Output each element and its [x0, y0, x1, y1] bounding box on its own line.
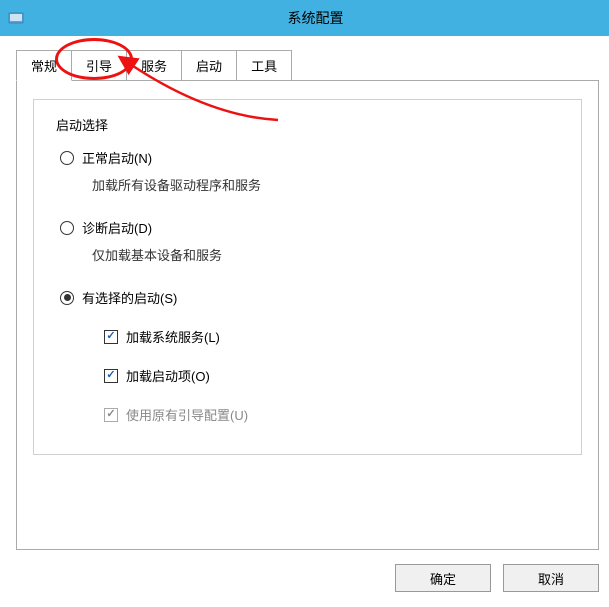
- radio-label: 诊断启动(D): [82, 218, 152, 237]
- radio-selective-startup[interactable]: 有选择的启动(S): [60, 288, 565, 307]
- tab-tools[interactable]: 工具: [236, 50, 292, 80]
- titlebar: 系统配置: [0, 0, 609, 36]
- ok-button[interactable]: 确定: [395, 564, 491, 592]
- radio-icon: [60, 291, 74, 305]
- window-title: 系统配置: [30, 8, 601, 28]
- selective-checkbox-group: 加载系统服务(L) 加载启动项(O) 使用原有引导配置(U): [104, 327, 565, 424]
- checkbox-icon: [104, 369, 118, 383]
- tab-services[interactable]: 服务: [126, 50, 182, 80]
- checkbox-load-services[interactable]: 加载系统服务(L): [104, 327, 565, 346]
- tab-panel-general: 启动选择 正常启动(N) 加载所有设备驱动程序和服务 诊断启动(D) 仅加载基本…: [16, 80, 599, 550]
- radio-icon: [60, 221, 74, 235]
- dialog-buttons: 确定 取消: [395, 564, 599, 592]
- radio-label: 有选择的启动(S): [82, 288, 177, 307]
- tab-strip: 常规 引导 服务 启动 工具: [16, 50, 609, 80]
- checkbox-label: 使用原有引导配置(U): [126, 405, 248, 424]
- tab-boot[interactable]: 引导: [71, 50, 127, 80]
- fieldset-legend: 启动选择: [52, 115, 112, 134]
- radio-diagnostic-desc: 仅加载基本设备和服务: [92, 245, 565, 264]
- radio-label: 正常启动(N): [82, 148, 152, 167]
- app-icon: [8, 10, 24, 26]
- radio-normal-desc: 加载所有设备驱动程序和服务: [92, 175, 565, 194]
- radio-diagnostic-startup[interactable]: 诊断启动(D): [60, 218, 565, 237]
- checkbox-use-original-boot: 使用原有引导配置(U): [104, 405, 565, 424]
- startup-selection-fieldset: 启动选择 正常启动(N) 加载所有设备驱动程序和服务 诊断启动(D) 仅加载基本…: [33, 99, 582, 455]
- checkbox-label: 加载启动项(O): [126, 366, 210, 385]
- checkbox-load-startup[interactable]: 加载启动项(O): [104, 366, 565, 385]
- checkbox-icon: [104, 408, 118, 422]
- tab-general[interactable]: 常规: [16, 50, 72, 81]
- cancel-button[interactable]: 取消: [503, 564, 599, 592]
- radio-icon: [60, 151, 74, 165]
- tab-startup[interactable]: 启动: [181, 50, 237, 80]
- checkbox-label: 加载系统服务(L): [126, 327, 220, 346]
- startup-radio-group: 正常启动(N) 加载所有设备驱动程序和服务 诊断启动(D) 仅加载基本设备和服务…: [60, 148, 565, 424]
- checkbox-icon: [104, 330, 118, 344]
- radio-normal-startup[interactable]: 正常启动(N): [60, 148, 565, 167]
